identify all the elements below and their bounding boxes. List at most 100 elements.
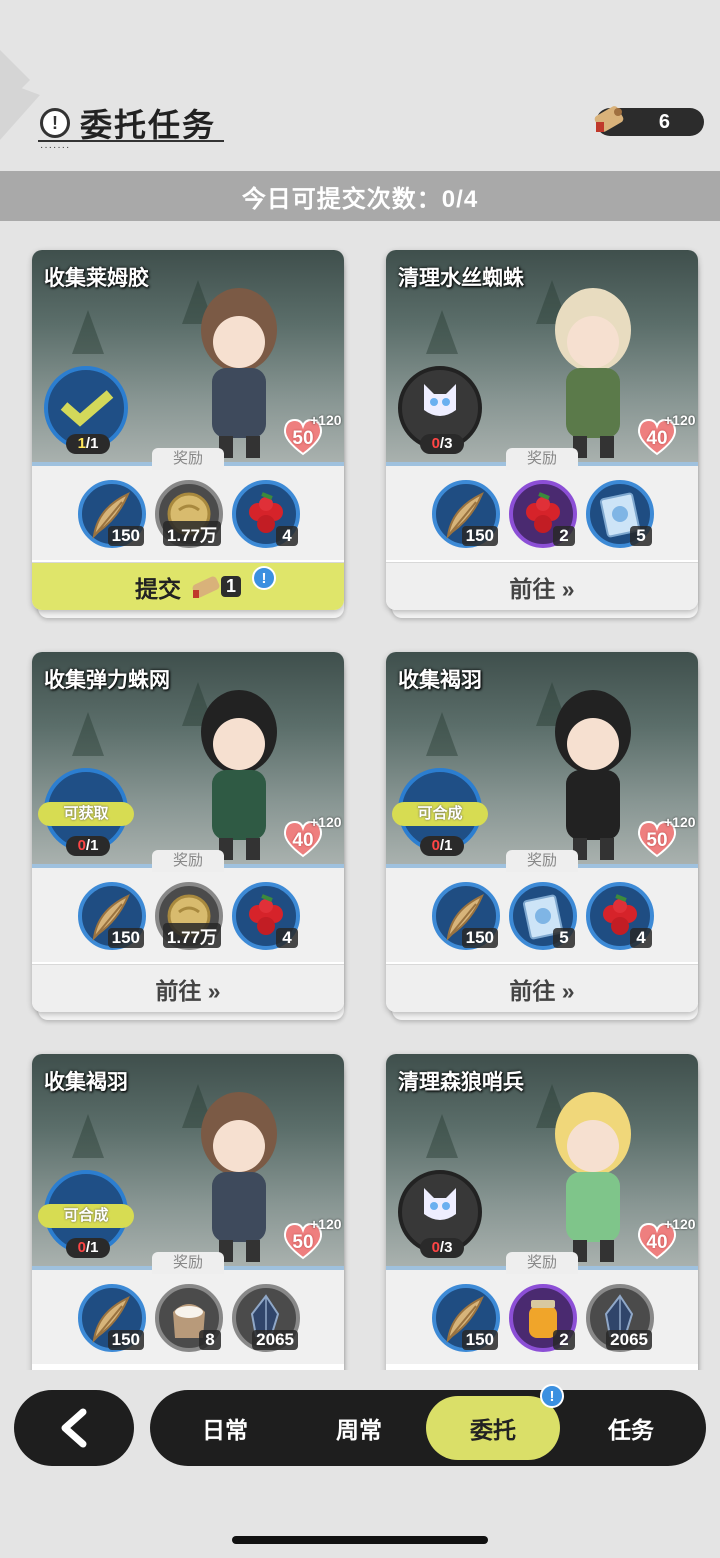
- submit-alert-icon: !: [252, 566, 276, 590]
- affection-bonus: +120: [664, 814, 696, 830]
- commission-card[interactable]: 清理森狼哨兵 0/3 40 +120 150 2 2065 奖励: [386, 1054, 698, 1422]
- reward-quantity: 1.77万: [162, 923, 221, 948]
- reward-item[interactable]: 150: [432, 882, 500, 950]
- tab-tasks[interactable]: 任务: [564, 1390, 698, 1466]
- commission-card[interactable]: 清理水丝蜘蛛 0/3 40 +120 150 2 5 奖励 前往 »: [386, 250, 698, 618]
- scroll-icon: [594, 106, 624, 132]
- go-to-button[interactable]: 前往 »: [386, 562, 698, 610]
- reward-label: 奖励: [506, 448, 578, 470]
- affection-bonus: +120: [310, 814, 342, 830]
- scroll-icon: [192, 575, 220, 598]
- reward-label: 奖励: [152, 1252, 224, 1274]
- affection-bonus: +120: [664, 1216, 696, 1232]
- back-button[interactable]: [14, 1390, 134, 1466]
- affection-value: 40: [646, 1232, 668, 1253]
- reward-area: 150 2 2065: [386, 1270, 698, 1364]
- tab-weekly[interactable]: 周常: [292, 1390, 426, 1466]
- submit-label: 提交: [134, 575, 181, 602]
- affection-bonus: +120: [310, 1216, 342, 1232]
- affection-bonus: +120: [310, 412, 342, 428]
- checkmark-icon: [60, 390, 114, 427]
- progress-counter: 0/1: [66, 1238, 110, 1258]
- reward-quantity: 8: [199, 1330, 221, 1350]
- reward-item[interactable]: 150: [432, 480, 500, 548]
- reward-item[interactable]: 150: [78, 882, 146, 950]
- commission-card[interactable]: 收集褐羽 可合成 0/1 50 +120 150: [386, 652, 698, 1020]
- tab-commission[interactable]: 委托: [426, 1396, 560, 1460]
- header: ! 委托任务 ······· 6: [0, 0, 720, 170]
- reward-item[interactable]: 4: [232, 480, 300, 548]
- reward-item[interactable]: 150: [78, 480, 146, 548]
- reward-area: 150 8 2065: [32, 1270, 344, 1364]
- progress-counter: 0/3: [420, 1238, 464, 1258]
- reward-area: 150 5 4: [386, 868, 698, 962]
- card-title: 收集莱姆胶: [44, 267, 149, 290]
- affection-value: 40: [292, 830, 314, 851]
- card-body: 收集褐羽 可合成 0/1 50 +120 150: [32, 1054, 344, 1414]
- reward-item[interactable]: 2: [509, 1284, 577, 1352]
- scroll-currency-counter[interactable]: 6: [594, 106, 704, 136]
- commission-card[interactable]: 收集褐羽 可合成 0/1 50 +120 150: [32, 1054, 344, 1422]
- target-icon: 1/1: [44, 366, 128, 454]
- progress-counter: 0/1: [66, 836, 110, 856]
- reward-item[interactable]: 1.77万: [155, 882, 223, 950]
- affection-value: 50: [292, 428, 314, 449]
- card-title: 清理森狼哨兵: [398, 1071, 524, 1094]
- reward-quantity: 4: [630, 928, 652, 948]
- tab-daily[interactable]: 日常: [158, 1390, 292, 1466]
- chevron-left-icon: [61, 1408, 87, 1448]
- daily-submit-counter: 今日可提交次数：0/4: [0, 171, 720, 221]
- commission-card[interactable]: 收集弹力蛛网 可获取 0/1 40 +120 150 1.77万 4 奖励 前往…: [32, 652, 344, 1020]
- alert-icon: !: [40, 108, 70, 138]
- reward-item[interactable]: 1.77万: [155, 480, 223, 548]
- reward-quantity: 150: [461, 928, 498, 948]
- reward-item[interactable]: 150: [432, 1284, 500, 1352]
- reward-area: 150 2 5: [386, 466, 698, 560]
- progress-counter: 1/1: [66, 434, 110, 454]
- reward-item[interactable]: 150: [78, 1284, 146, 1352]
- card-title: 收集褐羽: [398, 669, 482, 692]
- reward-item[interactable]: 8: [155, 1284, 223, 1352]
- card-title: 收集弹力蛛网: [44, 669, 170, 692]
- progress-counter: 0/3: [420, 434, 464, 454]
- reward-item[interactable]: 2065: [586, 1284, 654, 1352]
- reward-item[interactable]: 5: [586, 480, 654, 548]
- reward-area: 150 1.77万 4: [32, 868, 344, 962]
- target-icon: 可合成 0/1: [392, 768, 488, 856]
- reward-item[interactable]: 2: [509, 480, 577, 548]
- reward-label: 奖励: [506, 1252, 578, 1274]
- submit-button[interactable]: 提交 1: [32, 562, 344, 610]
- go-to-button[interactable]: 前往 »: [32, 964, 344, 1012]
- reward-quantity: 1.77万: [162, 521, 221, 546]
- card-body: 收集褐羽 可合成 0/1 50 +120 150: [386, 652, 698, 1012]
- reward-quantity: 150: [461, 1330, 498, 1350]
- affection-value: 40: [646, 428, 668, 449]
- card-body: 清理森狼哨兵 0/3 40 +120 150 2 2065 奖励: [386, 1054, 698, 1414]
- monster-icon: [424, 384, 456, 416]
- status-tag: 可合成: [38, 1204, 134, 1228]
- affection-value: 50: [646, 830, 668, 851]
- home-indicator[interactable]: [232, 1536, 488, 1544]
- bottom-navigation: 日常 周常 委托 ! 任务: [0, 1370, 720, 1558]
- reward-item[interactable]: 2065: [232, 1284, 300, 1352]
- reward-quantity: 5: [630, 526, 652, 546]
- target-icon: 0/3: [398, 366, 482, 454]
- reward-label: 奖励: [152, 448, 224, 470]
- reward-quantity: 4: [276, 526, 298, 546]
- tab-bar: 日常 周常 委托 ! 任务: [150, 1384, 706, 1466]
- reward-quantity: 2: [553, 1330, 575, 1350]
- reward-label: 奖励: [506, 850, 578, 872]
- card-body: 清理水丝蜘蛛 0/3 40 +120 150 2 5 奖励 前往 »: [386, 250, 698, 610]
- go-to-button[interactable]: 前往 »: [386, 964, 698, 1012]
- target-icon: 可获取 0/1: [38, 768, 134, 856]
- affection-value: 50: [292, 1232, 314, 1253]
- reward-item[interactable]: 4: [586, 882, 654, 950]
- commission-card[interactable]: 收集莱姆胶 1/1 50 +120 150 1.77万 4 奖励 提交 1 !: [32, 250, 344, 618]
- target-icon: 可合成 0/1: [38, 1170, 134, 1258]
- card-body: 收集莱姆胶 1/1 50 +120 150 1.77万 4 奖励 提交 1 !: [32, 250, 344, 610]
- reward-item[interactable]: 4: [232, 882, 300, 950]
- reward-quantity: 2: [553, 526, 575, 546]
- reward-item[interactable]: 5: [509, 882, 577, 950]
- monster-icon: [424, 1188, 456, 1220]
- title-dots: ·······: [40, 142, 71, 153]
